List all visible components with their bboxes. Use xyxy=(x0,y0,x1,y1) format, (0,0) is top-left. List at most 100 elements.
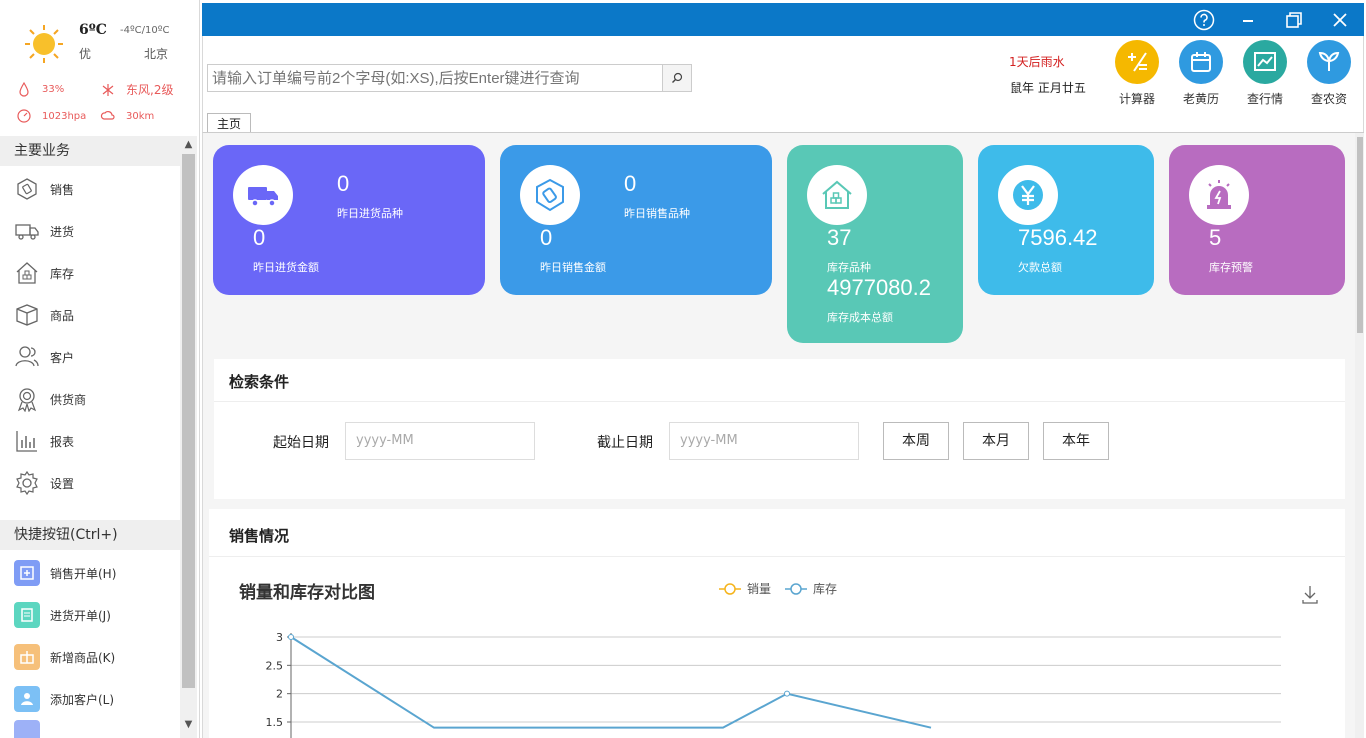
sidebar-item-sales[interactable]: 销售 xyxy=(0,168,180,210)
legend-marker xyxy=(790,583,802,595)
quick-new-purchase[interactable]: 进货开单(J) xyxy=(0,594,180,636)
header: 1天后雨水 鼠年 正月廿五 计算器 老黄历 查行情 查农资 主页 xyxy=(202,36,1364,133)
y-tick-label: 3 xyxy=(276,631,283,644)
calculator-label: 计算器 xyxy=(1118,92,1155,106)
minimize-button[interactable] xyxy=(1226,3,1270,36)
sidebar-item-purchase[interactable]: 进货 xyxy=(0,210,180,252)
inventory-cost-value: 4977080.2 xyxy=(827,275,931,300)
sidebar-item-report[interactable]: 报表 xyxy=(0,420,180,462)
sidebar-item-settings[interactable]: 设置 xyxy=(0,462,180,504)
report-icon xyxy=(16,431,37,452)
sidebar-item-inventory[interactable]: 库存 xyxy=(0,252,180,294)
pressure: 1023hpa xyxy=(16,108,86,124)
quick-partial-icon xyxy=(14,720,40,738)
sidebar-scrollbar[interactable]: ▲ ▼ xyxy=(180,136,197,738)
end-date-input[interactable]: yyyy-MM xyxy=(669,422,859,460)
quick-add-customer[interactable]: 添加客户(L) xyxy=(0,678,180,720)
card-yesterday-purchase[interactable]: 0 昨日进货品种 0 昨日进货金额 xyxy=(213,145,485,295)
calculator-button[interactable]: 计算器 xyxy=(1107,40,1167,107)
city: 北京 xyxy=(144,47,169,61)
y-tick-label: 1.5 xyxy=(266,716,284,729)
y-tick-label: 2 xyxy=(276,688,283,701)
new-goods-icon xyxy=(14,644,40,670)
card-stock-alert[interactable]: 5 库存预警 xyxy=(1169,145,1345,295)
water-drop-icon xyxy=(19,81,29,97)
agri-button[interactable]: 查农资 xyxy=(1299,40,1359,107)
scroll-up-icon[interactable]: ▲ xyxy=(180,136,197,153)
sidebar-item-goods[interactable]: 商品 xyxy=(0,294,180,336)
yen-icon xyxy=(998,165,1058,225)
humidity-value: 33% xyxy=(42,83,65,95)
y-tick-label: 2.5 xyxy=(266,659,284,672)
card-debt[interactable]: 7596.42 欠款总额 xyxy=(978,145,1154,295)
legend-item[interactable]: 销量 xyxy=(719,582,771,596)
quick-new-goods[interactable]: 新增商品(K) xyxy=(0,636,180,678)
alarm-icon xyxy=(1189,165,1249,225)
sidebar-item-label: 客户 xyxy=(50,350,75,365)
sales-kinds-label: 昨日销售品种 xyxy=(624,207,690,220)
calculator-icon xyxy=(1115,40,1159,84)
sidebar-item-label: 商品 xyxy=(50,308,75,323)
this-year-button[interactable]: 本年 xyxy=(1043,422,1109,460)
sales-amount-value: 0 xyxy=(540,225,553,250)
this-week-button[interactable]: 本周 xyxy=(883,422,949,460)
sidebar-item-label: 销售 xyxy=(50,182,75,197)
scrollbar-thumb[interactable] xyxy=(1357,137,1363,333)
customer-icon xyxy=(15,346,39,367)
close-icon xyxy=(1333,12,1347,27)
scroll-down-icon[interactable]: ▼ xyxy=(180,716,197,733)
purchase-amount-label: 昨日进货金额 xyxy=(253,261,319,274)
sidebar-item-supplier[interactable]: 供货商 xyxy=(0,378,180,420)
sidebar-item-label: 库存 xyxy=(50,266,75,281)
wind-icon xyxy=(102,83,114,96)
chart-title: 销量和库存对比图 xyxy=(239,582,375,602)
content-scrollbar[interactable] xyxy=(1355,133,1364,738)
visibility: 30km xyxy=(100,108,154,124)
this-month-button[interactable]: 本月 xyxy=(963,422,1029,460)
market-button[interactable]: 查行情 xyxy=(1235,40,1295,107)
restore-button[interactable] xyxy=(1272,3,1316,36)
quick-item-partial[interactable] xyxy=(0,720,180,738)
warehouse-icon xyxy=(16,262,38,284)
air-quality: 优 xyxy=(79,47,92,61)
search-panel: 检索条件 起始日期 yyyy-MM 截止日期 yyyy-MM 本周 本月 本年 xyxy=(214,359,1345,499)
tag-icon xyxy=(520,165,580,225)
weather-panel: 6ºC -4ºC/10ºC 优 北京 33% 东风,2级 1023hpa 30k… xyxy=(0,0,199,136)
start-date-input[interactable]: yyyy-MM xyxy=(345,422,535,460)
download-icon[interactable] xyxy=(1302,586,1318,604)
almanac-button[interactable]: 老黄历 xyxy=(1171,40,1231,107)
order-search-input[interactable] xyxy=(207,64,663,92)
sales-inventory-chart: 销量和库存对比图 销量 库存 3 2.5 2 1.5 xyxy=(239,581,1318,738)
sales-amount-label: 昨日销售金额 xyxy=(540,261,606,274)
debt-label: 欠款总额 xyxy=(1018,261,1062,274)
quick-buttons-heading: 快捷按钮(Ctrl+) xyxy=(0,520,180,550)
quick-new-sale[interactable]: 销售开单(H) xyxy=(0,552,180,594)
chart-y-axis: 3 2.5 2 1.5 xyxy=(266,631,292,738)
truck-icon xyxy=(233,165,293,225)
restore-icon xyxy=(1286,11,1302,28)
sidebar-item-customer[interactable]: 客户 xyxy=(0,336,180,378)
chart-legend[interactable]: 销量 库存 xyxy=(719,581,837,596)
series-line xyxy=(290,636,932,729)
minimize-icon xyxy=(1243,19,1253,22)
visibility-value: 30km xyxy=(126,110,155,122)
card-yesterday-sales[interactable]: 0 昨日销售品种 0 昨日销售金额 xyxy=(500,145,772,295)
legend-item[interactable]: 库存 xyxy=(785,581,837,596)
debt-value: 7596.42 xyxy=(1018,225,1098,250)
legend-marker xyxy=(724,583,736,595)
calendar-icon xyxy=(1179,40,1223,84)
market-icon xyxy=(1243,40,1287,84)
tab-home[interactable]: 主页 xyxy=(207,113,251,133)
scrollbar-thumb[interactable] xyxy=(182,154,195,688)
truck-icon xyxy=(15,224,39,240)
help-button[interactable] xyxy=(1182,3,1226,36)
purchase-kinds-value: 0 xyxy=(337,171,350,196)
close-button[interactable] xyxy=(1318,3,1362,36)
card-inventory[interactable]: 37 库存品种 4977080.2 库存成本总额 xyxy=(787,145,963,343)
sidebar-item-label: 供货商 xyxy=(50,392,87,407)
sales-panel: 销售情况 销量和库存对比图 销量 库存 3 2.5 2 1.5 xyxy=(209,509,1345,738)
search-button[interactable] xyxy=(662,64,692,92)
inventory-cost-label: 库存成本总额 xyxy=(827,311,893,324)
agri-label: 查农资 xyxy=(1310,92,1347,106)
pressure-value: 1023hpa xyxy=(42,110,87,122)
